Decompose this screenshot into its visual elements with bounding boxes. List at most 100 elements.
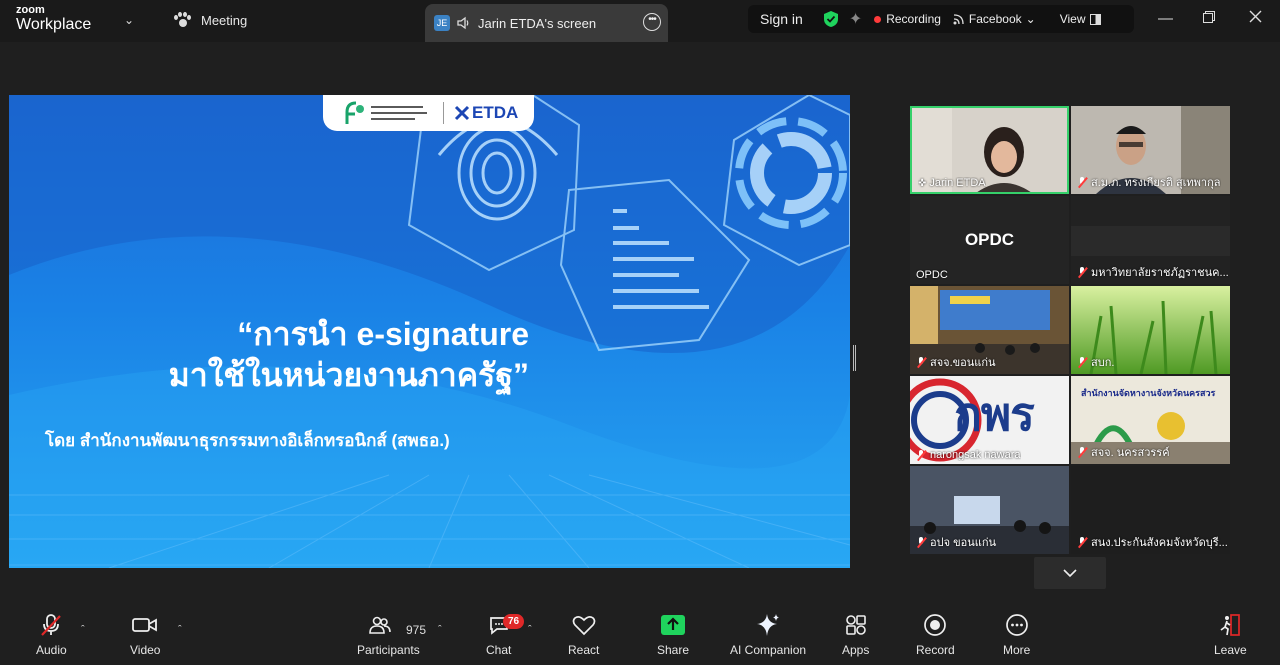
broadcast-icon	[953, 14, 964, 25]
sign-in-button[interactable]: Sign in	[760, 11, 803, 27]
share-button[interactable]: Share	[657, 610, 689, 657]
mic-muted-icon	[916, 356, 927, 368]
mic-muted-icon	[916, 536, 927, 548]
view-label: View	[1059, 12, 1086, 26]
video-tile[interactable]: ส.ม.ภ. ทรงเกียรติ สุเทพากุล	[1071, 106, 1230, 194]
heart-icon	[572, 616, 596, 636]
audio-options-chevron[interactable]: ˆ	[81, 624, 85, 636]
banner-text: สำนักงานจัดหางานจังหวัดนครสวร	[1081, 388, 1216, 398]
video-tile[interactable]: ✜ Jarin ETDA	[910, 106, 1069, 194]
screen-tab-label: Jarin ETDA's screen	[478, 15, 597, 31]
etda-logo-text: ETDA	[472, 103, 519, 122]
chevron-down-icon[interactable]: ⌄	[124, 13, 134, 27]
brand-top: zoom	[16, 4, 45, 16]
ai-sparkle-icon	[757, 614, 780, 636]
etda-logo-icon	[454, 105, 470, 121]
shield-icon[interactable]	[823, 10, 839, 28]
screen-share-tab[interactable]: JE Jarin ETDA's screen •••	[425, 4, 668, 42]
react-label: React	[568, 643, 600, 657]
slide-title: “การนำ e-signature มาใช้ในหน่วยงานภาครัฐ…	[9, 314, 529, 396]
record-icon	[924, 614, 947, 636]
slide-subtitle: โดย สำนักงานพัฒนาธุรกรรมทางอิเล็กทรอนิกส…	[45, 431, 450, 450]
restore-icon[interactable]	[1203, 10, 1215, 27]
participant-gallery: ✜ Jarin ETDA ส.ม.ภ. ทรงเกียรติ สุเทพากุล…	[910, 106, 1230, 554]
tile-name: อปจ ขอนแก่น	[916, 533, 996, 551]
tile-name: สจจ. นครสวรรค์	[1077, 443, 1170, 461]
participants-options-chevron[interactable]: ˆ	[438, 624, 442, 636]
chat-label: Chat	[486, 643, 512, 657]
recording-indicator[interactable]: Recording	[874, 12, 941, 26]
share-label: Share	[657, 643, 690, 657]
recording-label: Recording	[886, 12, 941, 26]
recording-dot-icon	[874, 15, 882, 23]
participants-icon	[369, 616, 392, 634]
video-button[interactable]: Video	[130, 610, 160, 657]
mic-muted-icon	[1077, 176, 1088, 188]
tile-name: สจจ.ขอนแก่น	[916, 353, 996, 371]
view-button[interactable]: View	[1060, 12, 1102, 26]
video-label: Video	[130, 643, 161, 657]
close-icon[interactable]	[1249, 10, 1262, 27]
brand-bottom: Workplace	[16, 16, 92, 33]
chat-unread-badge: 76	[503, 614, 525, 629]
organization-logo-text: กพร	[954, 388, 1035, 440]
ministry-logo-icon	[345, 101, 364, 124]
leave-label: Leave	[1214, 643, 1247, 657]
video-tile[interactable]: สจจ.ขอนแก่น	[910, 286, 1069, 374]
ai-companion-button[interactable]: AI Companion	[730, 610, 806, 657]
participants-label: Participants	[357, 643, 420, 657]
logo-divider	[443, 102, 444, 124]
pin-icon: ✜	[918, 177, 927, 189]
gallery-next-page-button[interactable]	[1034, 557, 1106, 589]
live-stream-indicator[interactable]: Facebook ⌄	[953, 12, 1036, 26]
chevron-down-icon: ⌄	[1025, 12, 1036, 26]
shared-screen-slide: ETDA “การนำ e-signature มาใช้ในหน่วยงานภ…	[9, 95, 850, 568]
more-icon	[1005, 614, 1028, 636]
video-options-chevron[interactable]: ˆ	[178, 624, 182, 636]
title-bar: zoom Workplace ⌄ Meeting JE Jarin ETDA's…	[0, 0, 1280, 42]
chat-options-chevron[interactable]: ˆ	[528, 624, 532, 636]
mic-muted-icon	[1077, 446, 1088, 458]
apps-label: Apps	[842, 643, 870, 657]
sparkle-icon[interactable]: ✦	[849, 9, 862, 29]
meeting-toolbar: Audio ˆ Video ˆ Participants ˆ Chat ˆ Re…	[0, 610, 1280, 665]
video-tile[interactable]: สบก.	[1071, 286, 1230, 374]
paw-icon	[174, 12, 191, 28]
top-right-controls: Sign in ✦ Recording Facebook ⌄ View	[748, 5, 1134, 33]
speaker-icon	[457, 16, 469, 30]
slide-title-line-1: “การนำ e-signature	[237, 316, 529, 352]
more-options-icon[interactable]: •••	[643, 13, 661, 31]
minimize-icon[interactable]: —	[1158, 10, 1173, 27]
tile-name: OPDC	[916, 269, 948, 281]
meeting-tab[interactable]: Meeting	[174, 12, 247, 28]
leave-icon	[1220, 614, 1241, 636]
mic-muted-icon	[1077, 536, 1088, 548]
split-resize-handle[interactable]	[853, 345, 856, 371]
video-tile[interactable]: มหาวิทยาลัยราชภัฏราชนค...	[1071, 196, 1230, 284]
tile-name: ส.ม.ภ. ทรงเกียรติ สุเทพากุล	[1077, 173, 1221, 191]
slide-title-line-2: มาใช้ในหน่วยงานภาครัฐ”	[168, 357, 529, 393]
avatar: JE	[434, 15, 450, 31]
video-tile[interactable]: อปจ ขอนแก่น	[910, 466, 1069, 554]
ministry-logo-text	[371, 106, 427, 120]
video-tile[interactable]: OPDC OPDC	[910, 196, 1069, 284]
mic-muted-icon	[1077, 266, 1088, 278]
video-tile[interactable]: สนง.ประกันสังคมจังหวัดบุรี...	[1071, 466, 1230, 554]
apps-button[interactable]: Apps	[842, 610, 869, 657]
tile-name: narongsak nawara	[916, 449, 1021, 461]
react-button[interactable]: React	[568, 610, 599, 657]
tile-name: ✜ Jarin ETDA	[918, 177, 986, 189]
mic-muted-icon	[916, 449, 927, 461]
zoom-workplace-logo[interactable]: zoom Workplace	[16, 5, 91, 33]
tile-name: สนง.ประกันสังคมจังหวัดบุรี...	[1077, 533, 1228, 551]
video-tile[interactable]: สำนักงานจัดหางานจังหวัดนครสวร สจจ. นครสว…	[1071, 376, 1230, 464]
video-tile[interactable]: กพร narongsak nawara	[910, 376, 1069, 464]
grid-view-icon	[1090, 13, 1102, 25]
audio-button[interactable]: Audio	[36, 610, 67, 657]
more-button[interactable]: More	[1003, 610, 1030, 657]
apps-icon	[845, 615, 866, 635]
record-button[interactable]: Record	[916, 610, 955, 657]
record-label: Record	[916, 643, 955, 657]
leave-button[interactable]: Leave	[1214, 610, 1247, 657]
more-label: More	[1003, 643, 1031, 657]
